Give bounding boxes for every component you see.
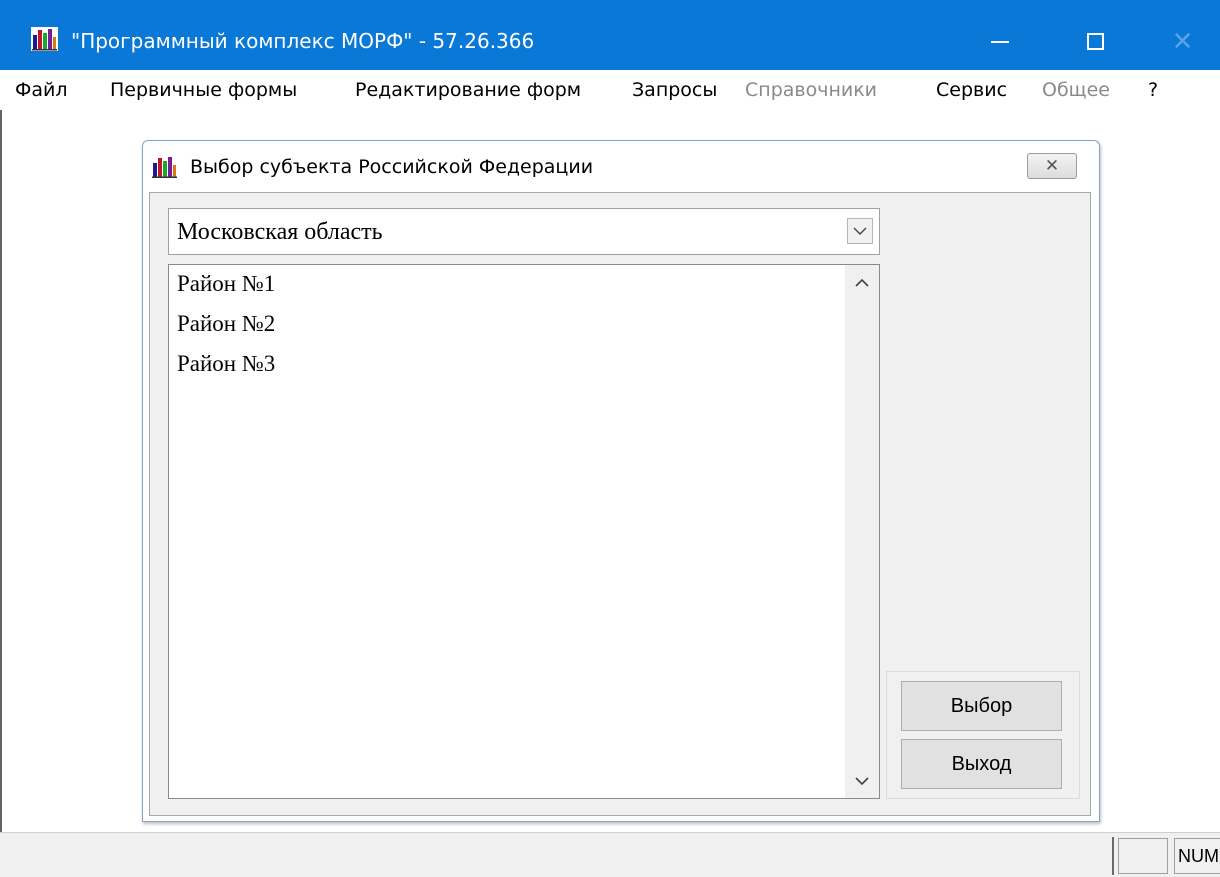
menu-help[interactable]: ? <box>1148 70 1158 110</box>
select-subject-dialog: Выбор субъекта Российской Федерации ✕ Мо… <box>142 140 1100 822</box>
vertical-scrollbar[interactable] <box>845 265 879 798</box>
exit-button[interactable]: Выход <box>901 739 1062 789</box>
status-pane-empty <box>1118 838 1168 874</box>
select-button[interactable]: Выбор <box>901 681 1062 731</box>
menu-general[interactable]: Общее <box>1042 70 1110 110</box>
menu-queries[interactable]: Запросы <box>632 70 717 110</box>
scroll-down-button[interactable] <box>845 764 879 798</box>
bar-chart-app-icon <box>31 27 58 51</box>
dialog-body: Московская область Район №1 Район №2 Рай… <box>149 192 1091 816</box>
close-icon: ✕ <box>1044 156 1060 176</box>
status-bar: NUM <box>0 832 1220 877</box>
menu-file[interactable]: Файл <box>15 70 68 110</box>
list-item[interactable]: Район №3 <box>169 344 845 384</box>
district-listbox[interactable]: Район №1 Район №2 Район №3 <box>168 264 880 799</box>
list-item[interactable]: Район №1 <box>169 264 845 304</box>
dialog-title: Выбор субъекта Российской Федерации <box>190 156 594 178</box>
dialog-close-button[interactable]: ✕ <box>1027 153 1077 179</box>
menu-primary-forms[interactable]: Первичные формы <box>110 70 297 110</box>
dialog-titlebar[interactable]: Выбор субъекта Российской Федерации ✕ <box>143 141 1097 190</box>
chevron-down-icon <box>855 776 869 785</box>
bar-chart-dialog-icon <box>152 156 177 178</box>
button-panel: Выбор Выход <box>886 671 1080 799</box>
subject-combobox[interactable]: Московская область <box>168 208 880 255</box>
num-lock-indicator: NUM <box>1174 838 1220 874</box>
listbox-items: Район №1 Район №2 Район №3 <box>169 265 845 798</box>
menu-bar: Файл Первичные формы Редактирование форм… <box>0 70 1220 110</box>
menu-service[interactable]: Сервис <box>936 70 1007 110</box>
menu-edit-forms[interactable]: Редактирование форм <box>355 70 581 110</box>
status-separator <box>1112 837 1114 875</box>
window-title: "Программный комплекс МОРФ" - 57.26.366 <box>71 29 535 53</box>
combo-dropdown-button[interactable] <box>847 218 873 244</box>
list-item[interactable]: Район №2 <box>169 304 845 344</box>
chevron-down-icon <box>853 227 867 235</box>
menu-references[interactable]: Справочники <box>745 70 877 110</box>
scroll-up-button[interactable] <box>845 265 879 299</box>
maximize-icon <box>1086 33 1104 50</box>
close-icon: ✕ <box>1171 26 1194 57</box>
combo-selected-value: Московская область <box>177 219 383 245</box>
minimize-icon <box>991 40 1009 43</box>
chevron-up-icon <box>855 278 869 287</box>
